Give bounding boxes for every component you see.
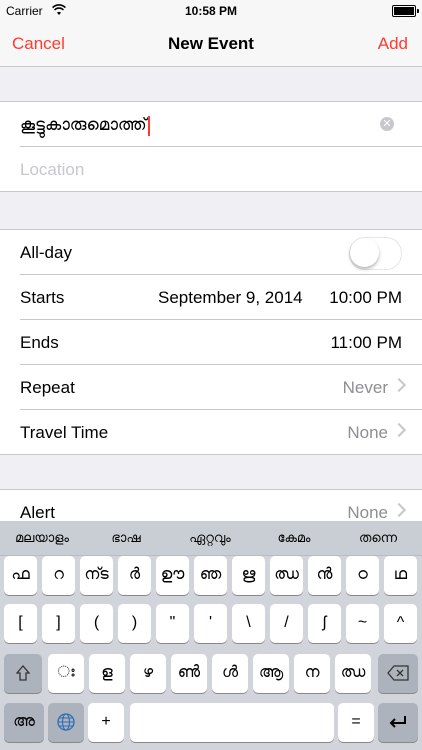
chevron-right-icon (391, 422, 407, 438)
space-key[interactable] (130, 703, 334, 742)
globe-key[interactable] (48, 703, 84, 742)
key[interactable]: റ (42, 556, 75, 595)
keyboard: മലയാളം ഭാഷ ഏറ്റവും കേമം തന്നെ ഫ റ ന്ട ർ … (0, 521, 422, 750)
key[interactable]: ൻ (308, 556, 341, 595)
key[interactable]: ( (80, 604, 113, 643)
suggestion-3[interactable]: ഏറ്റവും (168, 530, 252, 546)
key[interactable]: ൺ (171, 654, 207, 693)
ends-time: 11:00 PM (330, 333, 402, 352)
ends-label: Ends (20, 333, 59, 352)
key[interactable]: ൾ (212, 654, 248, 693)
suggestion-4[interactable]: കേമം (252, 530, 336, 546)
key[interactable]: ഊ (156, 556, 189, 595)
key[interactable]: ] (42, 604, 75, 643)
toggle-knob (350, 238, 379, 267)
key[interactable]: ഃ (48, 654, 84, 693)
key[interactable]: / (270, 604, 303, 643)
travel-time-row[interactable]: Travel Time None (20, 410, 422, 454)
starts-time: 10:00 PM (329, 288, 402, 307)
travel-time-label: Travel Time (20, 423, 109, 442)
starts-row[interactable]: Starts September 9, 2014 10:00 PM (20, 275, 422, 320)
location-row[interactable]: Location (20, 147, 422, 191)
key[interactable]: ഴ (130, 654, 166, 693)
suggestion-bar: മലയാളം ഭാഷ ഏറ്റവും കേമം തന്നെ (0, 521, 422, 556)
key[interactable]: ഫ (4, 556, 37, 595)
key[interactable]: ന്ട (80, 556, 113, 595)
suggestion-2[interactable]: ഭാഷ (84, 530, 168, 546)
title-location-group: കൂട്ടുകാരുമൊത്ത് ✕ Location (0, 101, 422, 192)
ends-row[interactable]: Ends 11:00 PM (20, 320, 422, 365)
text-caret (147, 115, 150, 136)
key[interactable]: ) (118, 604, 151, 643)
return-key[interactable] (378, 703, 418, 742)
title-text: കൂട്ടുകാരുമൊത്ത് (20, 115, 147, 134)
globe-icon (57, 713, 75, 731)
backspace-icon (387, 665, 409, 681)
key[interactable]: ആ (253, 654, 289, 693)
allday-row: All-day (20, 230, 422, 275)
key[interactable]: ഝ (335, 654, 371, 693)
plus-key[interactable]: + (88, 703, 124, 742)
suggestion-5[interactable]: തന്നെ (336, 530, 420, 546)
status-time: 10:58 PM (184, 4, 238, 18)
event-details-group: All-day Starts September 9, 2014 10:00 P… (0, 229, 422, 455)
shift-arrow-icon (15, 665, 31, 681)
chevron-right-icon (391, 502, 407, 518)
page-title: New Event (168, 34, 254, 53)
key[interactable]: ഞ (194, 556, 227, 595)
allday-toggle[interactable] (349, 237, 402, 270)
navigation-bar: Cancel New Event Add (0, 22, 422, 67)
clear-icon[interactable]: ✕ (380, 117, 394, 131)
key[interactable]: ന (294, 654, 330, 693)
suggestion-1[interactable]: മലയാളം (0, 530, 84, 546)
title-row[interactable]: കൂട്ടുകാരുമൊത്ത് ✕ (20, 102, 422, 147)
key[interactable]: ~ (346, 604, 379, 643)
key[interactable]: " (156, 604, 189, 643)
repeat-label: Repeat (20, 378, 75, 397)
starts-label: Starts (20, 288, 65, 307)
status-bar: Carrier 10:58 PM (0, 0, 422, 22)
alert-label: Alert (20, 503, 55, 522)
key[interactable]: [ (4, 604, 37, 643)
key[interactable]: ഝ (270, 556, 303, 595)
key[interactable]: ' (194, 604, 227, 643)
key[interactable]: ഥ (384, 556, 417, 595)
key[interactable]: ർ (118, 556, 151, 595)
key[interactable]: ഋ (232, 556, 265, 595)
add-button[interactable]: Add (378, 34, 408, 54)
chevron-right-icon (391, 377, 407, 393)
allday-label: All-day (20, 243, 72, 262)
travel-time-value: None (347, 423, 388, 442)
title-input[interactable]: കൂട്ടുകാരുമൊത്ത് (20, 115, 150, 136)
starts-date: September 9, 2014 (158, 288, 303, 307)
key[interactable]: ഠ (346, 556, 379, 595)
key[interactable]: \ (232, 604, 265, 643)
backspace-key[interactable] (378, 654, 418, 693)
repeat-row[interactable]: Repeat Never (20, 365, 422, 410)
repeat-value: Never (342, 378, 388, 397)
key[interactable]: ʃ (308, 604, 341, 643)
return-arrow-icon (389, 716, 406, 728)
alert-value: None (347, 503, 388, 522)
language-key[interactable]: അ (4, 703, 44, 742)
location-input[interactable]: Location (20, 160, 84, 180)
key[interactable]: ^ (384, 604, 417, 643)
battery-icon (392, 5, 419, 17)
shift-key[interactable] (4, 654, 42, 693)
equals-key[interactable]: = (338, 703, 374, 742)
key[interactable]: ള (89, 654, 125, 693)
